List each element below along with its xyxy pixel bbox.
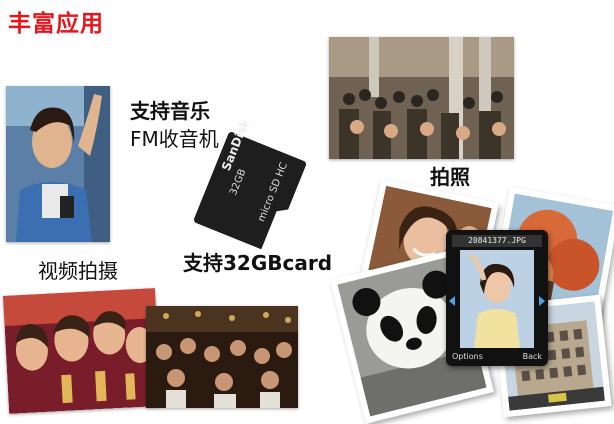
previous-arrow-icon[interactable] [449,296,455,306]
music-label-line1: 支持音乐 [130,99,210,123]
page-title: 丰富应用 [8,11,104,37]
back-softkey[interactable]: Back [523,351,542,363]
party-crowd-photo [146,306,298,408]
crowd-photo [329,37,514,159]
phone-device: 20841377.JPG Options Back [446,230,548,366]
friends-toasting-photo [3,288,161,414]
phone-photo-screen [460,250,534,348]
phone-filename: 20841377.JPG [452,235,542,247]
video-label: 视频拍摄 [38,259,118,283]
options-softkey[interactable]: Options [452,351,483,363]
music-label-line2: FM收音机 [130,127,219,151]
music-listener-photo [6,86,110,242]
next-arrow-icon[interactable] [539,296,545,306]
photo-label: 拍照 [430,165,470,189]
card-support-label: 支持32GBcard [183,251,333,275]
music-support-label: 支持音乐 FM收音机 [130,97,219,153]
